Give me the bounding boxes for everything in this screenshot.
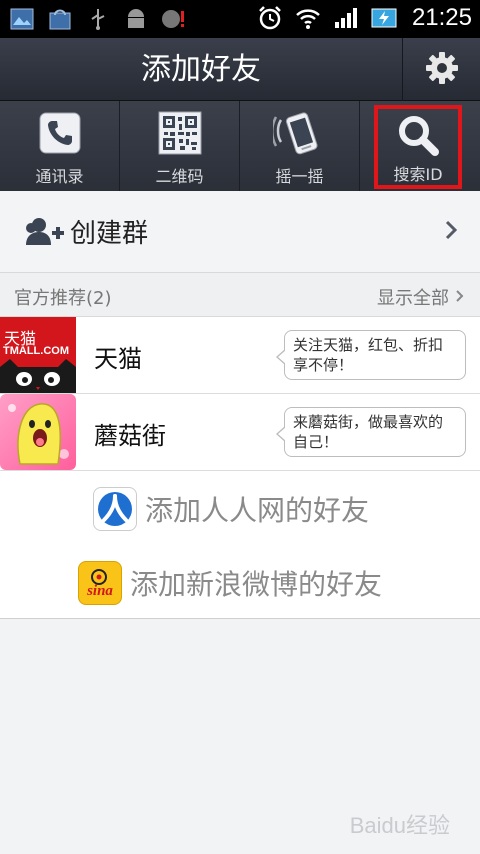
mogujie-logo [0,394,76,470]
wifi-icon [294,4,322,32]
add-friend-methods: 通讯录 二维码 摇一摇 搜索ID [0,101,480,191]
sina-logo-text: sina [87,582,113,599]
add-renren-friends[interactable]: 添加人人网的好友 [93,487,369,531]
add-renren-label: 添加人人网的好友 [145,494,370,527]
add-group-icon [24,216,66,248]
tab-qr-code-label: 二维码 [155,167,204,186]
chevron-right-icon [455,287,464,308]
android-debug-icon [122,5,150,33]
mogujie-message-bubble: 来蘑菇街，做最喜欢的自己！ [276,407,466,457]
list-item-tmall[interactable]: 天猫 TMALL.COM 天猫 关注天猫，红包、折扣享不停！ [0,317,480,394]
tmall-logo-en: TMALL.COM [3,345,69,357]
tab-search-id-label: 搜索ID [393,165,443,184]
battery-charging-icon [370,4,398,32]
section-title: 官方推荐(2) [14,288,112,309]
add-sina-weibo-friends[interactable]: sina 添加新浪微博的好友 [78,561,382,605]
title-bar: 添加好友 [0,38,480,101]
show-all-link[interactable]: 显示全部 [377,284,464,310]
status-bar: 21:25 [0,0,480,38]
tab-contacts[interactable]: 通讯录 [0,101,120,191]
search-icon [396,113,440,157]
tmall-name: 天猫 [94,345,142,373]
list-item-mogujie[interactable]: 蘑菇街 来蘑菇街，做最喜欢的自己！ [0,394,480,471]
page-title: 添加好友 [141,52,261,87]
qr-code-icon [158,109,202,157]
renren-logo-icon [93,487,137,531]
alert-icon [160,5,188,33]
signal-icon [332,4,360,32]
create-group-label: 创建群 [70,219,149,249]
clock-time: 21:25 [411,4,472,31]
create-group-row[interactable]: 创建群 [0,191,480,273]
image-notification-icon [8,5,36,33]
watermark: Baidu经验 [349,813,450,838]
usb-icon [84,5,112,33]
tmall-logo: 天猫 TMALL.COM [0,317,76,393]
tab-shake[interactable]: 摇一摇 [240,101,360,191]
main-content: 创建群 官方推荐(2) 显示全部 天猫 TMALL.COM 天猫 关注天猫，红包… [0,191,480,619]
shopping-bag-icon [46,5,74,33]
social-links: 添加人人网的好友 sina 添加新浪微博的好友 [0,471,480,619]
official-recommend-header: 官方推荐(2) 显示全部 [0,273,480,317]
gear-icon [425,51,459,89]
phone-book-icon [39,109,81,157]
alarm-icon [256,4,284,32]
tmall-message-bubble: 关注天猫，红包、折扣享不停！ [276,330,466,380]
sina-logo-icon: sina [78,561,122,605]
tab-qr-code[interactable]: 二维码 [120,101,240,191]
tab-search-id[interactable]: 搜索ID [360,101,480,191]
tmall-cat-icon [0,359,76,393]
mogujie-name: 蘑菇街 [94,422,166,450]
shake-phone-icon [272,109,327,157]
search-id-highlight: 搜索ID [374,105,462,189]
tab-shake-label: 摇一摇 [275,167,324,186]
add-sina-label: 添加新浪微博的好友 [130,568,383,601]
chevron-right-icon [444,219,458,245]
settings-button[interactable] [402,38,480,101]
show-all-label: 显示全部 [377,288,449,309]
tab-contacts-label: 通讯录 [35,167,84,186]
